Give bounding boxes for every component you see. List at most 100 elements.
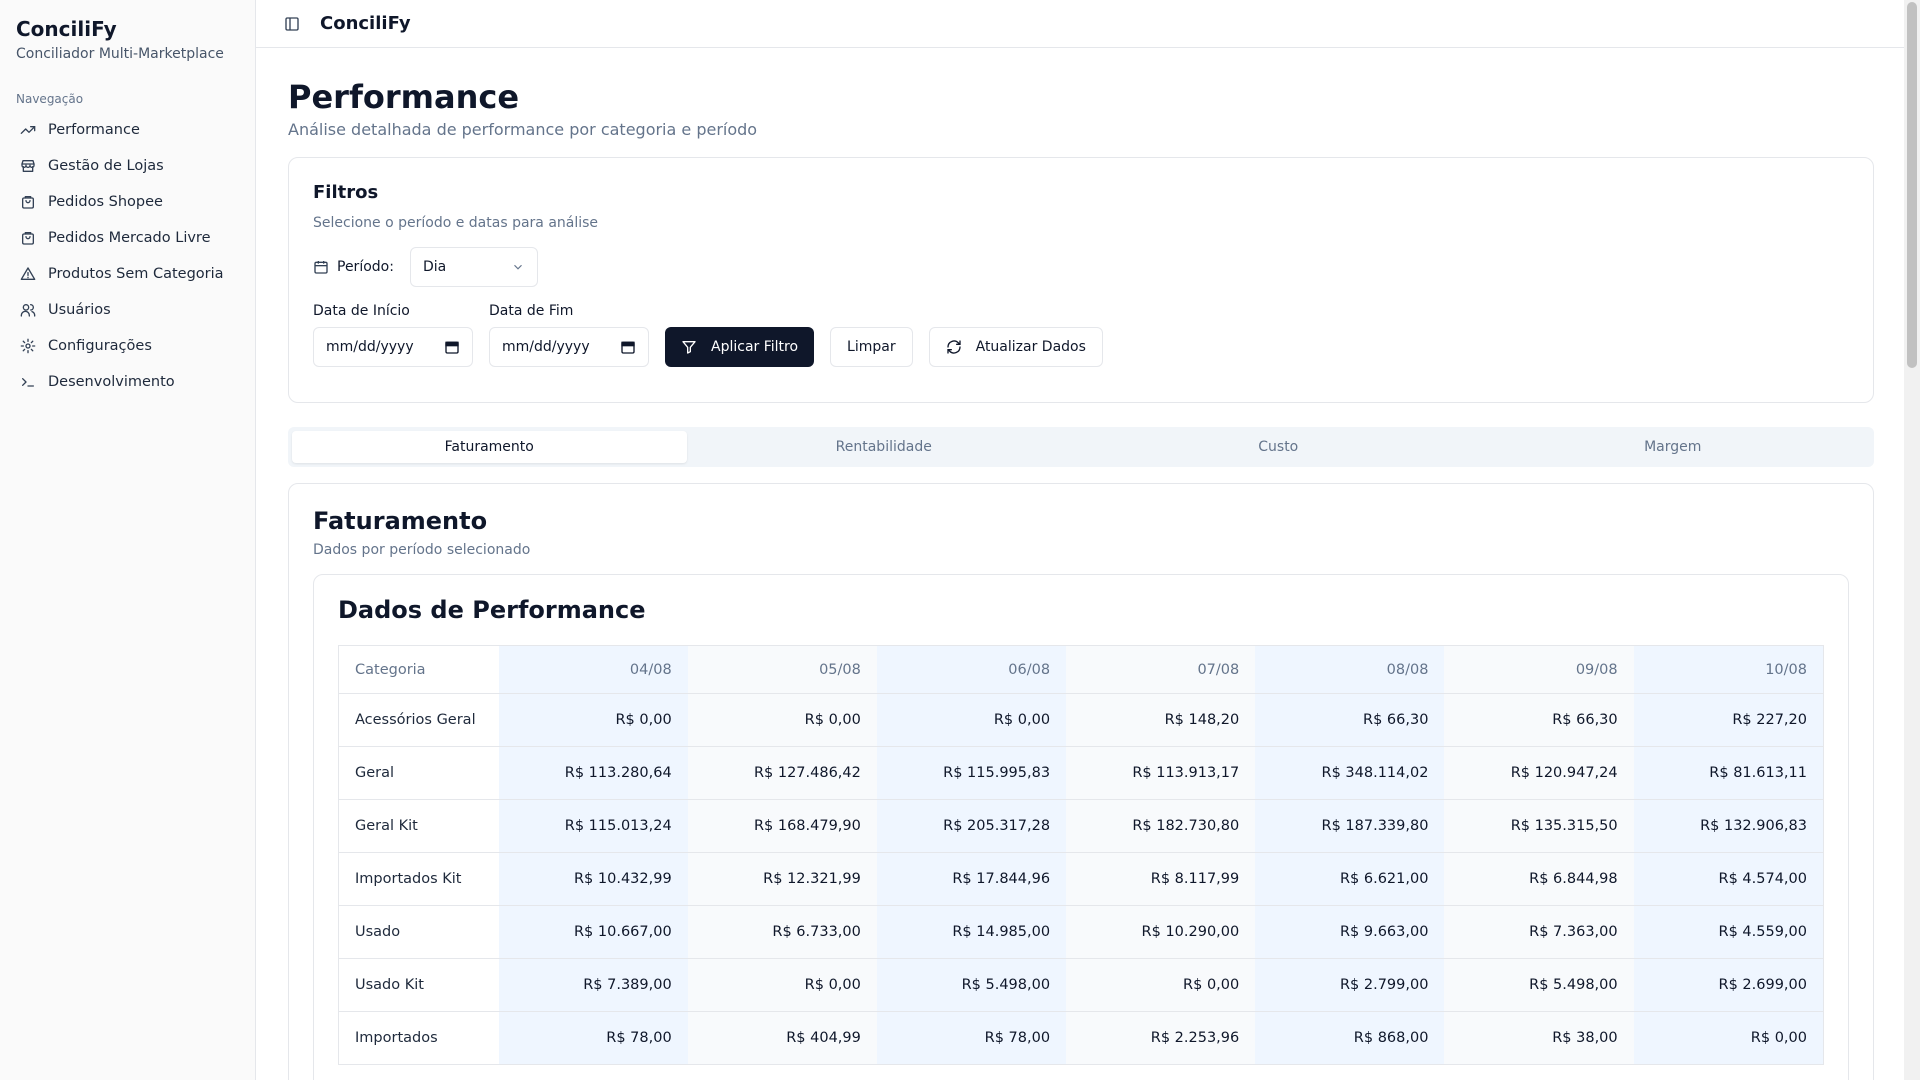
- table-row: Importados R$ 78,00 R$ 404,99 R$ 78,00 R…: [338, 1011, 1824, 1065]
- end-date-label: Data de Fim: [489, 303, 574, 319]
- clear-button[interactable]: Limpar: [830, 327, 913, 367]
- table-cell: R$ 10.667,00: [498, 905, 688, 959]
- periodo-label: Período:: [337, 259, 394, 275]
- sidebar-item-configuracoes[interactable]: Configurações: [0, 328, 255, 364]
- table-cell: R$ 404,99: [687, 1011, 877, 1065]
- table-cell: R$ 5.498,00: [1444, 958, 1634, 1012]
- periodo-select[interactable]: Dia: [409, 247, 538, 287]
- tab-faturamento[interactable]: Faturamento: [292, 431, 687, 463]
- table-cell: R$ 127.486,42: [687, 746, 877, 800]
- faturamento-card: Faturamento Dados por período selecionad…: [288, 483, 1874, 1080]
- tab-custo[interactable]: Custo: [1081, 431, 1476, 463]
- column-header: 05/08: [687, 645, 877, 694]
- start-date-input[interactable]: mm/dd/yyyy: [313, 327, 473, 367]
- column-header: 04/08: [498, 645, 688, 694]
- table-row: Geral Kit R$ 115.013,24 R$ 168.479,90 R$…: [338, 799, 1824, 853]
- sidebar-item-produtos-sem-categoria[interactable]: Produtos Sem Categoria: [0, 256, 255, 292]
- gear-icon: [20, 338, 36, 354]
- end-date-value: mm/dd/yyyy: [502, 339, 590, 355]
- table-cell: R$ 148,20: [1066, 693, 1256, 747]
- tab-rentabilidade[interactable]: Rentabilidade: [687, 431, 1082, 463]
- sidebar-item-gestao-lojas[interactable]: Gestão de Lojas: [0, 148, 255, 184]
- table-row: Acessórios Geral R$ 0,00 R$ 0,00 R$ 0,00…: [338, 693, 1824, 747]
- sidebar-item-label: Produtos Sem Categoria: [48, 266, 224, 282]
- table-row: Importados Kit R$ 10.432,99 R$ 12.321,99…: [338, 852, 1824, 906]
- table-cell: R$ 5.498,00: [876, 958, 1067, 1012]
- calendar-icon[interactable]: [444, 339, 460, 355]
- sidebar-toggle-button[interactable]: [276, 8, 308, 40]
- table-cell: R$ 12.321,99: [687, 852, 877, 906]
- shopping-bag-icon: [20, 230, 36, 246]
- table-cell: R$ 2.699,00: [1633, 958, 1824, 1012]
- periodo-row: Período: Dia: [313, 247, 1849, 287]
- alert-triangle-icon: [20, 266, 36, 282]
- table-cell: R$ 38,00: [1444, 1011, 1634, 1065]
- table-cell: R$ 205.317,28: [876, 799, 1067, 853]
- content-title: Faturamento: [313, 507, 488, 535]
- shopping-bag-icon: [20, 194, 36, 210]
- table-cell: R$ 2.799,00: [1255, 958, 1445, 1012]
- nav-section-label: Navegação: [16, 92, 84, 106]
- table-cell: R$ 2.253,96: [1066, 1011, 1256, 1065]
- table-cell: R$ 113.913,17: [1066, 746, 1256, 800]
- table-cell: Importados Kit: [338, 852, 499, 906]
- table-cell: R$ 6.621,00: [1255, 852, 1445, 906]
- performance-data-card: Dados de Performance Categoria 04/08 05/…: [313, 574, 1849, 1080]
- table-cell: R$ 4.574,00: [1633, 852, 1824, 906]
- content-subtitle: Dados por período selecionado: [313, 542, 531, 558]
- column-header: Categoria: [338, 645, 499, 694]
- trending-up-icon: [20, 122, 36, 138]
- table-cell: R$ 135.315,50: [1444, 799, 1634, 853]
- app-subtitle: Conciliador Multi-Marketplace: [16, 46, 224, 62]
- brand: ConciliFy Conciliador Multi-Marketplace: [0, 0, 255, 62]
- terminal-icon: [20, 374, 36, 390]
- refresh-icon: [946, 340, 961, 354]
- table-cell: Usado Kit: [338, 958, 499, 1012]
- start-date-label: Data de Início: [313, 303, 410, 319]
- page-scrollbar[interactable]: [1904, 0, 1920, 1080]
- table-cell: R$ 0,00: [1633, 1011, 1824, 1065]
- column-header: 10/08: [1633, 645, 1824, 694]
- table-cell: R$ 115.995,83: [876, 746, 1067, 800]
- table-cell: R$ 9.663,00: [1255, 905, 1445, 959]
- table-row: Geral R$ 113.280,64 R$ 127.486,42 R$ 115…: [338, 746, 1824, 800]
- table-cell: R$ 66,30: [1444, 693, 1634, 747]
- filter-icon: [682, 341, 696, 354]
- chevron-down-icon: [514, 264, 522, 270]
- sidebar-item-label: Configurações: [48, 338, 152, 354]
- table-cell: R$ 113.280,64: [498, 746, 688, 800]
- scrollbar-thumb[interactable]: [1907, 2, 1917, 368]
- sidebar-item-pedidos-shopee[interactable]: Pedidos Shopee: [0, 184, 255, 220]
- refresh-data-button[interactable]: Atualizar Dados: [928, 327, 1103, 367]
- table-cell: R$ 187.339,80: [1255, 799, 1445, 853]
- sidebar-item-label: Usuários: [48, 302, 111, 318]
- sidebar-item-label: Desenvolvimento: [48, 374, 175, 390]
- users-icon: [20, 302, 36, 318]
- start-date-group: Data de Início mm/dd/yyyy: [313, 303, 473, 367]
- apply-filter-button[interactable]: Aplicar Filtro: [665, 327, 815, 367]
- apply-filter-label: Aplicar Filtro: [711, 339, 799, 355]
- top-bar: ConciliFy: [256, 0, 1904, 48]
- table-cell: R$ 6.733,00: [687, 905, 877, 959]
- tab-margem[interactable]: Margem: [1476, 431, 1871, 463]
- calendar-icon[interactable]: [620, 339, 636, 355]
- sidebar-item-desenvolvimento[interactable]: Desenvolvimento: [0, 364, 255, 400]
- sidebar-item-usuarios[interactable]: Usuários: [0, 292, 255, 328]
- table-cell: R$ 868,00: [1255, 1011, 1445, 1065]
- sidebar-item-pedidos-mercado-livre[interactable]: Pedidos Mercado Livre: [0, 220, 255, 256]
- table-cell: R$ 10.432,99: [498, 852, 688, 906]
- sidebar-item-label: Pedidos Shopee: [48, 194, 163, 210]
- table-cell: R$ 4.559,00: [1633, 905, 1824, 959]
- table-cell: R$ 14.985,00: [876, 905, 1067, 959]
- sidebar-item-label: Pedidos Mercado Livre: [48, 230, 211, 246]
- table-cell: R$ 115.013,24: [498, 799, 688, 853]
- performance-table: Categoria 04/08 05/08 06/08 07/08 08/08 …: [338, 645, 1824, 1065]
- sidebar-item-performance[interactable]: Performance: [0, 112, 255, 148]
- periodo-value: Dia: [422, 259, 447, 275]
- table-cell: R$ 78,00: [876, 1011, 1067, 1065]
- main-content: Performance Análise detalhada de perform…: [288, 48, 1874, 1080]
- sidebar-item-label: Gestão de Lojas: [48, 158, 164, 174]
- table-cell: R$ 0,00: [687, 958, 877, 1012]
- end-date-input[interactable]: mm/dd/yyyy: [489, 327, 649, 367]
- clear-label: Limpar: [847, 339, 896, 355]
